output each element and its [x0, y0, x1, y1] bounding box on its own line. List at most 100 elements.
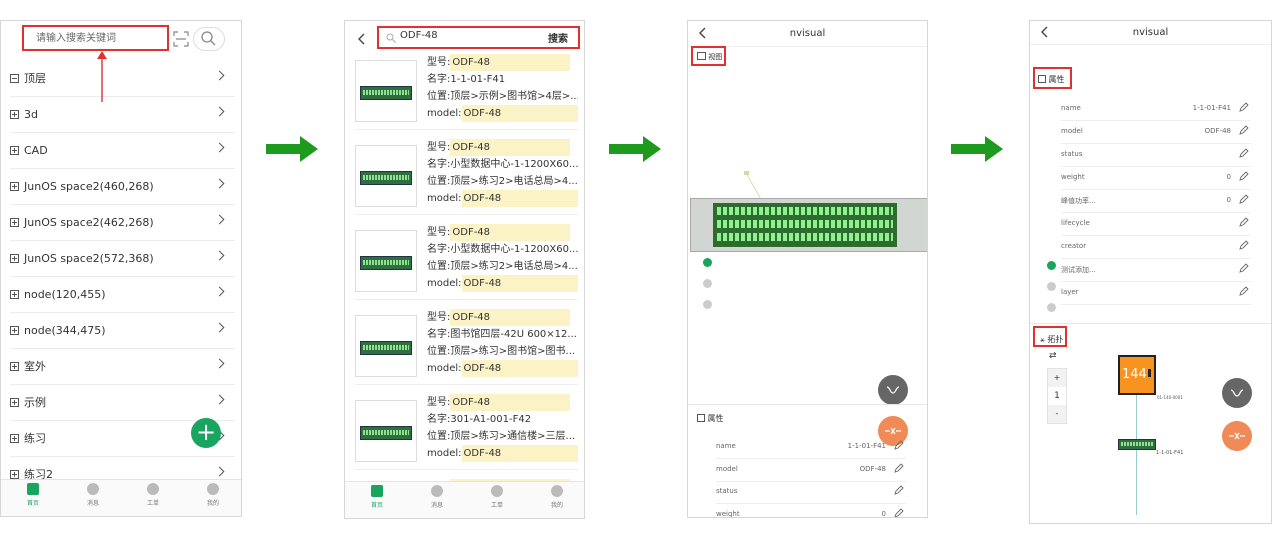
result-line: 位置:顶层>练习>通信楼>三层...	[427, 428, 578, 445]
chevron-right-icon	[214, 70, 225, 81]
property-row: weight 0	[1061, 167, 1251, 190]
topo-device[interactable]	[1118, 439, 1156, 450]
property-value: 1-1-01-F41	[847, 442, 886, 450]
tab-home[interactable]: 首页	[357, 485, 397, 509]
odf-device-image[interactable]	[690, 198, 927, 252]
tab-clipboard[interactable]: 工单	[133, 483, 173, 507]
result-card[interactable]: 型号: ODF-48 名字:小型数据中心-1-1200X60... 位置:顶层>练习2…	[355, 139, 578, 215]
property-row: 峰值功率... 0	[1061, 190, 1251, 213]
property-value: ODF-48	[859, 464, 886, 473]
message-icon	[87, 483, 99, 495]
expand-icon[interactable]	[10, 289, 19, 299]
field-label: model:	[427, 108, 462, 119]
tab-message[interactable]: 消息	[73, 483, 113, 507]
tree-item[interactable]: JunOS space2(460,268)	[10, 168, 235, 205]
tree-item[interactable]: 顶层	[10, 60, 235, 97]
result-card[interactable]: 型号: ODF-48 名字:小型数据中心-1-1200X60... 位置:顶层>练习2…	[355, 224, 578, 300]
edit-icon[interactable]	[1239, 217, 1249, 227]
tree-item[interactable]: CAD	[10, 132, 235, 169]
edit-icon[interactable]	[1239, 240, 1249, 250]
layout-icon[interactable]: ⇄	[1049, 351, 1057, 361]
property-row: lifecycle	[1061, 213, 1251, 236]
tree-item[interactable]: 示例	[10, 384, 235, 421]
tab-home[interactable]: 首页	[13, 483, 53, 507]
property-key: 峰值功率...	[1061, 197, 1096, 205]
expand-icon[interactable]	[10, 253, 19, 263]
field-value: 顶层>练习2>电话总局>4...	[450, 176, 578, 187]
result-card[interactable]: 型号: ODF-48 名字:1-1-01-F41 位置:顶层>示例>图书馆>4层>..…	[355, 54, 578, 130]
tab-clipboard[interactable]: 工单	[477, 485, 517, 509]
expand-icon[interactable]	[10, 361, 19, 371]
edit-icon[interactable]	[1239, 102, 1249, 112]
expand-icon[interactable]	[10, 433, 19, 443]
search-icon[interactable]	[200, 30, 216, 46]
page-dot[interactable]	[1047, 282, 1056, 291]
field-value: 小型数据中心-1-1200X60...	[450, 159, 578, 170]
link-fab[interactable]	[1222, 378, 1252, 408]
field-value: 图书馆四层-42U 600×12...	[450, 329, 577, 340]
scan-icon[interactable]	[173, 31, 189, 47]
property-row: 测试添加...	[1061, 259, 1251, 282]
edit-icon[interactable]	[1239, 148, 1249, 158]
odf-device-image	[360, 171, 412, 185]
expand-icon[interactable]	[10, 397, 19, 407]
expand-icon[interactable]	[10, 217, 19, 227]
edit-icon[interactable]	[894, 440, 904, 450]
add-fab[interactable]: +	[191, 418, 221, 448]
topo-node-box[interactable]: 144	[1118, 355, 1156, 395]
edit-icon[interactable]	[1239, 263, 1249, 273]
tree-item[interactable]: node(120,455)	[10, 276, 235, 313]
user-icon	[551, 485, 563, 497]
page-dot[interactable]	[703, 300, 712, 309]
link-fab[interactable]	[878, 375, 908, 405]
result-card[interactable]: 型号: ODF-48 名字:图书馆四层-42U 600×12... 位置:顶层>练习>…	[355, 309, 578, 385]
tab-user[interactable]: 我的	[537, 485, 577, 509]
tree-item[interactable]: 3d	[10, 96, 235, 133]
property-row: name 1-1-01-F41	[716, 436, 906, 459]
page-dot-active[interactable]	[1047, 261, 1056, 270]
property-row: weight 0	[716, 504, 906, 517]
page-dot-active[interactable]	[703, 258, 712, 267]
tab-user[interactable]: 我的	[193, 483, 233, 507]
field-label: 名字:	[427, 414, 451, 425]
home-icon	[371, 485, 383, 497]
tab-label: 首页	[370, 502, 383, 509]
result-line: 型号:ODF-48	[427, 394, 578, 411]
edit-icon[interactable]	[894, 462, 904, 473]
expand-icon[interactable]	[10, 181, 19, 191]
page-dot[interactable]	[1047, 303, 1056, 312]
disconnect-fab[interactable]	[1222, 421, 1252, 451]
edit-icon[interactable]	[894, 507, 904, 517]
page-dot[interactable]	[703, 279, 712, 288]
edit-icon[interactable]	[1239, 171, 1249, 181]
collapse-icon[interactable]	[10, 73, 19, 83]
phone-screen-device-view: nvisual 视图 属性 name 1-1-01-F41 model ODF-48 s…	[687, 20, 928, 518]
zoom-out-button[interactable]: -	[1048, 405, 1066, 423]
field-value: 小型数据中心-1-1200X60...	[450, 244, 578, 255]
tab-message[interactable]: 消息	[417, 485, 457, 509]
tab-bar: 首页 消息 工单 我的	[1, 479, 241, 516]
tree-item[interactable]: JunOS space2(572,368)	[10, 240, 235, 277]
expand-icon[interactable]	[10, 469, 19, 479]
field-label: 名字:	[427, 244, 451, 255]
tree-item-label: JunOS space2(460,268)	[24, 179, 154, 193]
edit-icon[interactable]	[1239, 125, 1249, 135]
expand-icon[interactable]	[10, 325, 19, 335]
expand-icon[interactable]	[10, 145, 19, 155]
up-arrow-annotation	[97, 51, 107, 102]
edit-icon[interactable]	[1239, 286, 1249, 296]
tree-item[interactable]: JunOS space2(462,268)	[10, 204, 235, 241]
result-line: 位置:顶层>练习>图书馆>图书...	[427, 343, 578, 360]
expand-icon[interactable]	[10, 109, 19, 119]
result-line: model: ODF-48	[427, 360, 578, 377]
edit-icon[interactable]	[1239, 194, 1249, 204]
edit-icon[interactable]	[894, 485, 904, 495]
back-icon[interactable]	[357, 33, 367, 45]
tree-item[interactable]: 室外	[10, 348, 235, 385]
result-card[interactable]: 型号: ODF-48 名字:301-A1-001-F42 位置:顶层>练习>通信楼>三…	[355, 394, 578, 470]
tab-label: 我的	[550, 502, 563, 509]
zoom-in-button[interactable]: +	[1048, 369, 1066, 387]
tree-item[interactable]: node(344,475)	[10, 312, 235, 349]
field-label: 位置:	[427, 176, 451, 187]
chevron-right-icon	[214, 394, 225, 405]
